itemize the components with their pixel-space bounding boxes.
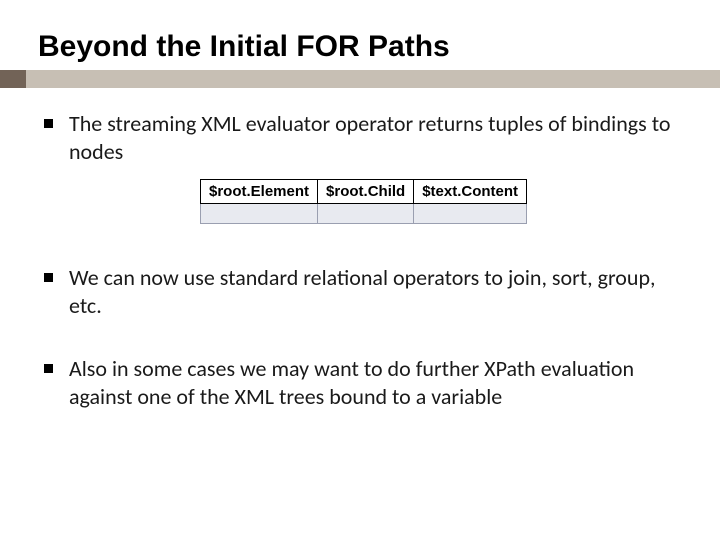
table-cell [414,204,527,224]
square-bullet-icon [44,119,53,128]
bullet-item: We can now use standard relational opera… [44,264,676,319]
title-underline-accent [0,70,26,88]
bindings-table: $root.Element $root.Child $text.Content [200,179,527,224]
bullet-text: The streaming XML evaluator operator ret… [69,110,676,165]
bullet-item: Also in some cases we may want to do fur… [44,355,676,410]
table-header-cell: $root.Child [318,180,414,204]
slide: Beyond the Initial FOR Paths The streami… [0,0,720,540]
table-header-cell: $text.Content [414,180,527,204]
table-header-cell: $root.Element [201,180,318,204]
square-bullet-icon [44,364,53,373]
bullet-text: Also in some cases we may want to do fur… [69,355,676,410]
slide-title: Beyond the Initial FOR Paths [0,30,720,70]
table-header-row: $root.Element $root.Child $text.Content [201,180,527,204]
square-bullet-icon [44,273,53,282]
bindings-table-wrap: $root.Element $root.Child $text.Content [200,179,676,224]
table-cell [201,204,318,224]
table-row [201,204,527,224]
bullet-item: The streaming XML evaluator operator ret… [44,110,676,165]
table-cell [318,204,414,224]
title-underline [0,70,720,88]
bullet-text: We can now use standard relational opera… [69,264,676,319]
slide-content: The streaming XML evaluator operator ret… [0,88,720,410]
